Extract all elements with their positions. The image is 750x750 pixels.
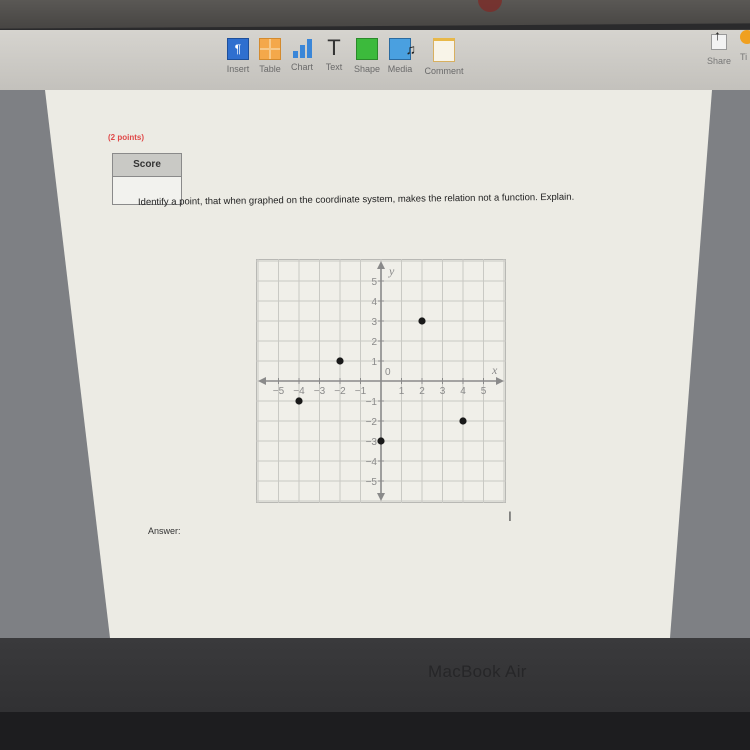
data-point	[418, 317, 426, 325]
y-tick-label: −5	[366, 477, 378, 488]
x-tick-label: −1	[355, 386, 367, 397]
y-tick-label: 3	[371, 317, 377, 328]
text-cursor-icon: I	[508, 508, 512, 524]
answer-label: Answer:	[148, 526, 181, 536]
table-icon	[259, 38, 281, 60]
x-tick-label: −2	[334, 386, 346, 397]
media-label: Media	[387, 64, 413, 74]
text-icon: T	[327, 35, 341, 60]
x-axis-label: x	[491, 363, 498, 377]
x-tick-label: 1	[399, 386, 405, 397]
y-tick-label: 5	[371, 277, 377, 288]
share-label: Share	[706, 56, 732, 66]
insert-label: Insert	[226, 64, 250, 74]
x-tick-label: 2	[419, 386, 425, 397]
points-label: (2 points)	[108, 133, 144, 142]
y-tick-label: −2	[366, 417, 378, 428]
share-icon	[711, 27, 727, 50]
comment-button[interactable]: Comment	[422, 38, 466, 76]
comment-label: Comment	[424, 66, 464, 76]
tips-label: Ti	[740, 52, 748, 62]
x-tick-label: 3	[440, 386, 446, 397]
insert-icon: ¶	[227, 38, 249, 60]
y-tick-label: 4	[371, 297, 377, 308]
toolbar: ¶ Insert Table Chart T Text Shape Media …	[0, 30, 750, 90]
score-header: Score	[113, 154, 181, 177]
x-tick-label: −5	[273, 386, 285, 397]
shape-label: Shape	[353, 64, 381, 74]
x-tick-label: 4	[460, 386, 466, 397]
shape-icon	[356, 38, 378, 60]
data-point	[295, 397, 303, 405]
chart-icon	[292, 38, 312, 58]
share-button[interactable]: Share	[702, 27, 736, 66]
data-point	[336, 357, 344, 365]
origin-label: 0	[385, 367, 391, 378]
table-label: Table	[259, 64, 281, 74]
comment-icon	[433, 38, 455, 62]
y-tick-label: −4	[366, 457, 378, 468]
x-tick-label: −4	[293, 386, 305, 397]
media-icon	[389, 38, 416, 60]
y-tick-label: 1	[371, 357, 377, 368]
text-label: Text	[325, 62, 343, 72]
y-tick-label: −3	[366, 437, 378, 448]
tips-icon[interactable]	[740, 30, 750, 44]
media-button[interactable]: Media	[378, 38, 422, 74]
brand-label: MacBook Air	[428, 662, 527, 681]
x-tick-label: −3	[314, 386, 326, 397]
y-tick-label: 2	[371, 337, 377, 348]
y-tick-label: −1	[366, 397, 378, 408]
data-point	[377, 437, 385, 445]
laptop-hinge	[0, 712, 750, 750]
data-point	[459, 417, 467, 425]
x-tick-label: 5	[481, 386, 487, 397]
y-axis-label: y	[388, 264, 395, 278]
chart-label: Chart	[290, 62, 313, 72]
coordinate-graph: −5 −4 −3 −2 −1 1 2 3 4 5−5−4−3−2−112345xy0	[256, 259, 506, 503]
